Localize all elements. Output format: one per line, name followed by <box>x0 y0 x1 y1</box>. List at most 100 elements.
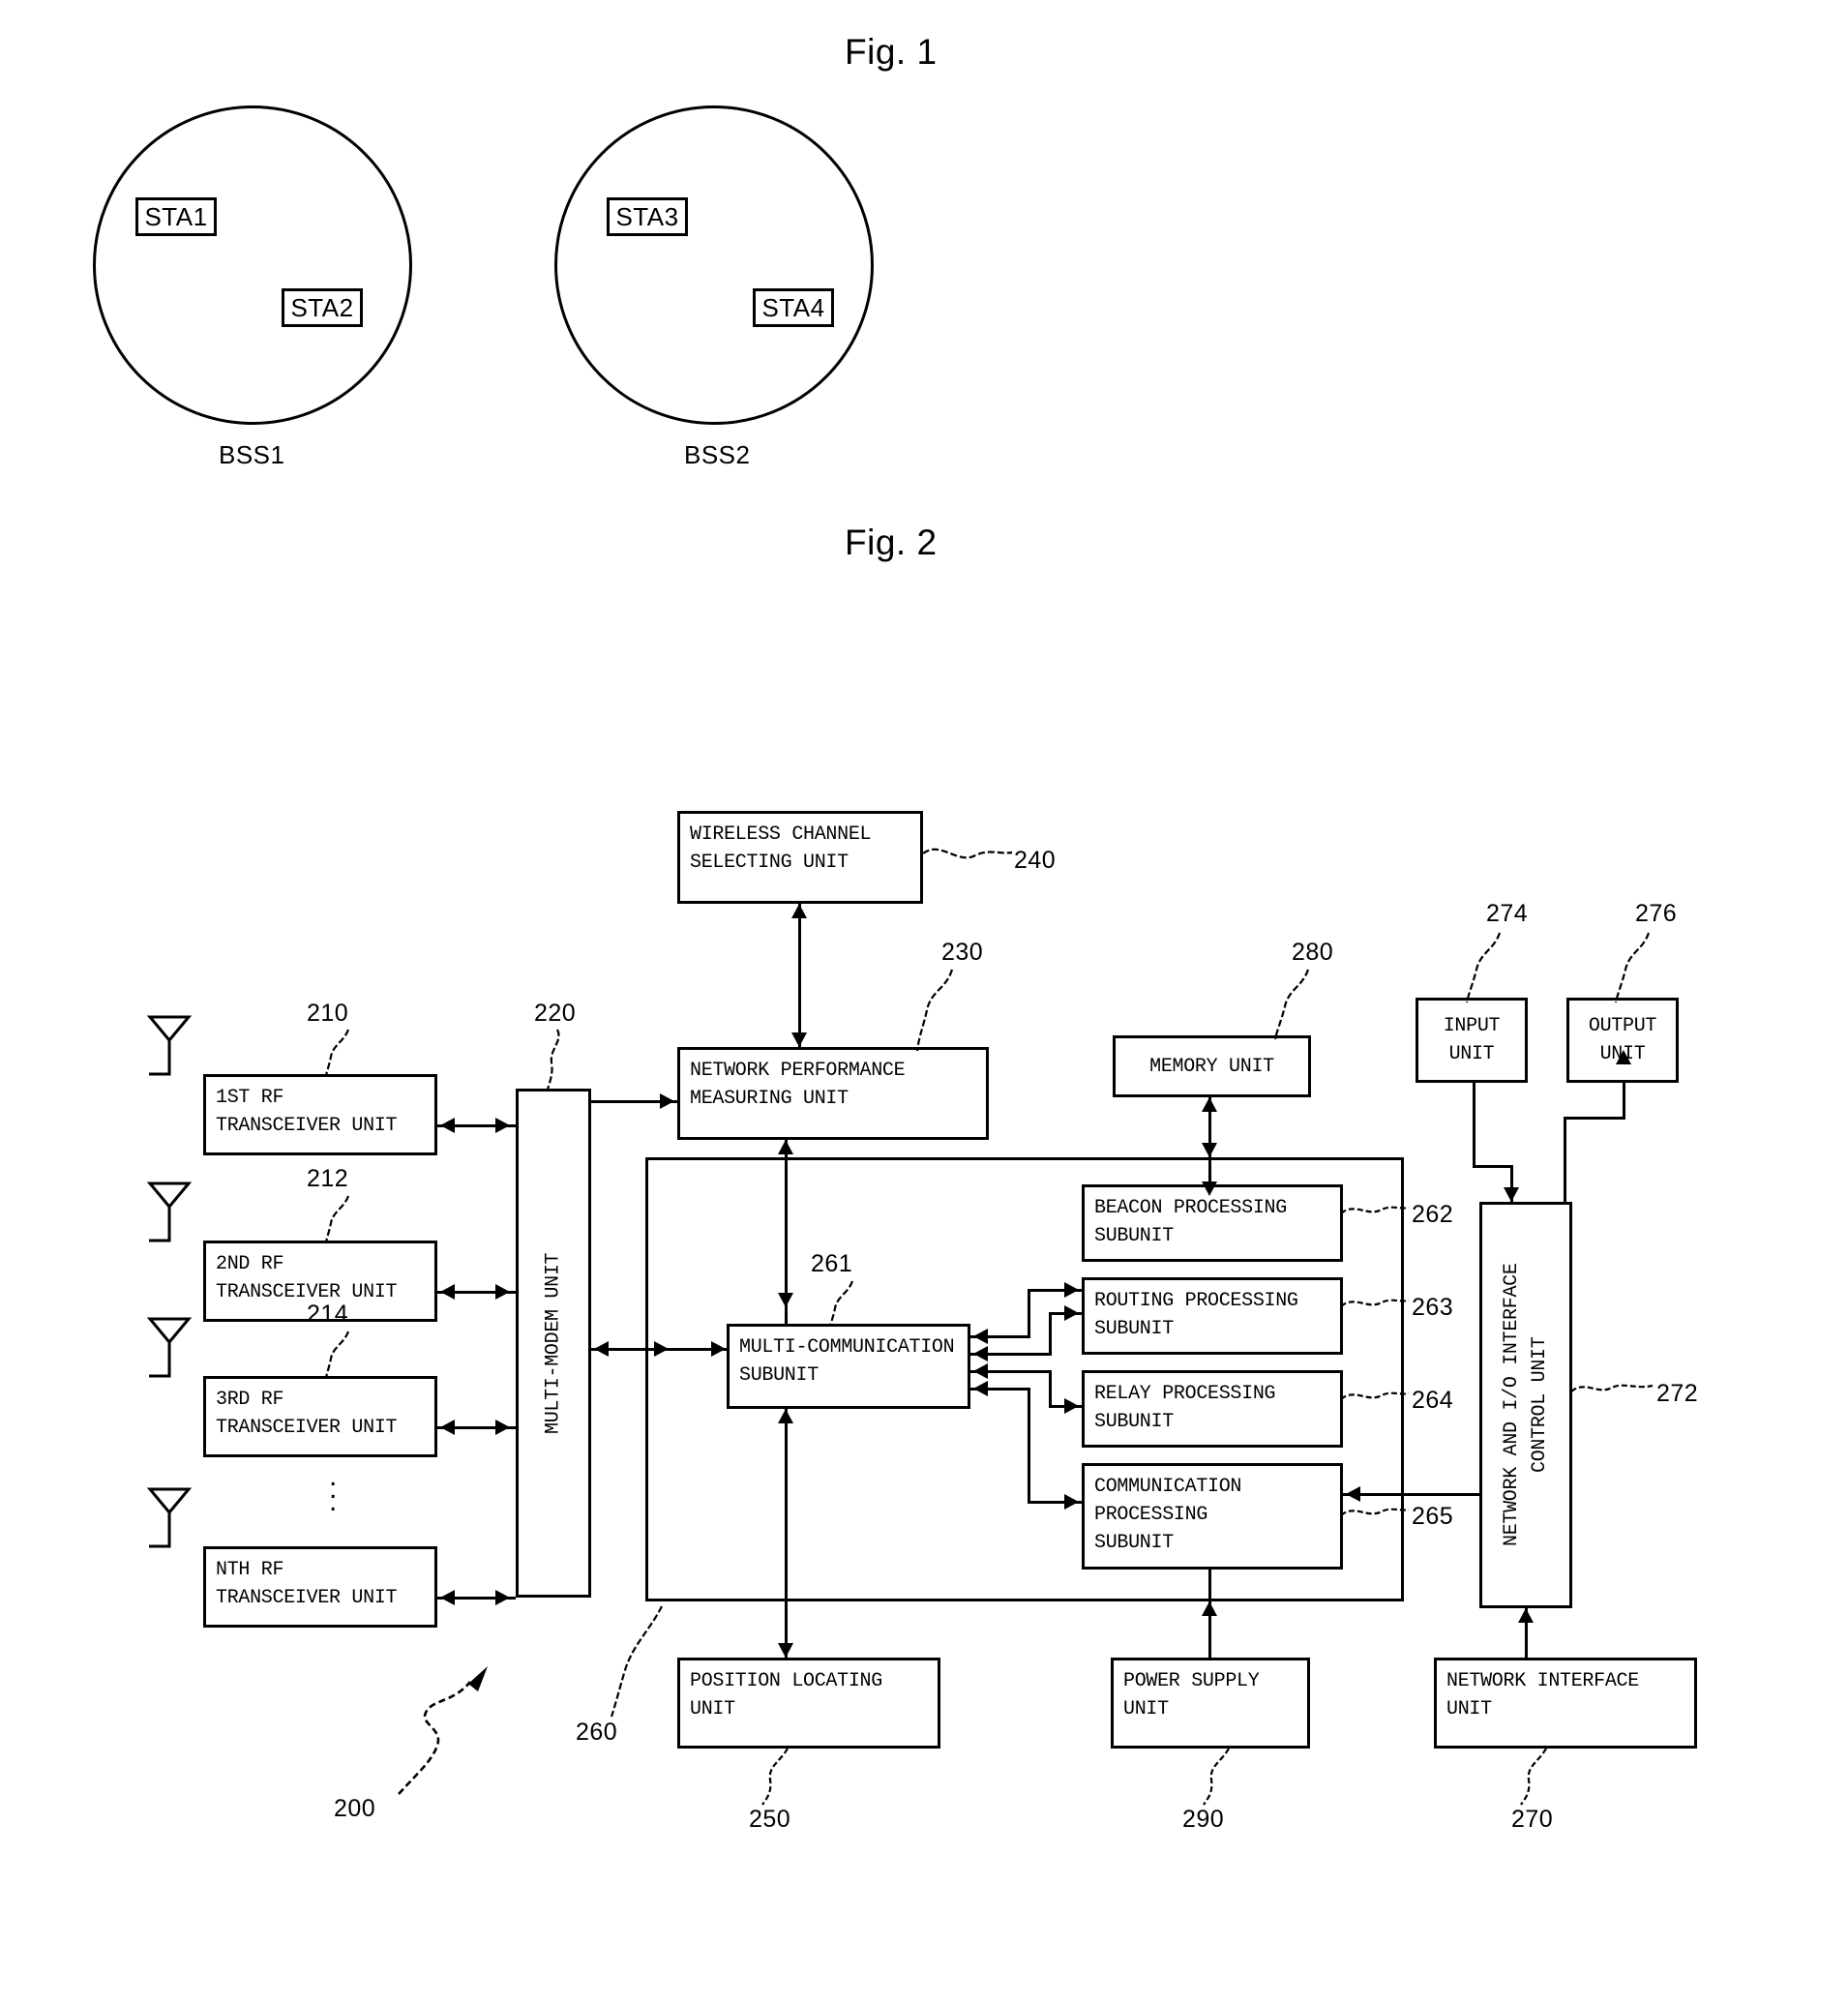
arrow-up-wcsu <box>791 904 807 918</box>
antenna-icon-3 <box>147 1316 192 1386</box>
antenna-icon-n <box>147 1486 192 1556</box>
arrow-left-mcs <box>594 1341 609 1357</box>
conn-wcsu-npmu <box>798 904 801 1047</box>
patent-figure-page: Fig. 1 STA1 STA2 STA3 STA4 BSS1 BSS2 Fig… <box>0 0 1848 2004</box>
block-power-supply-unit: POWER SUPPLY UNIT <box>1111 1658 1310 1749</box>
block-rf-transceiver-n: NTH RF TRANSCEIVER UNIT <box>203 1546 437 1628</box>
arrow-left-rfn <box>440 1590 455 1605</box>
fig2-title: Fig. 2 <box>845 523 938 562</box>
block-memory-unit: MEMORY UNIT <box>1113 1035 1311 1097</box>
conn-output-3 <box>1564 1117 1566 1202</box>
ref-240: 240 <box>1014 847 1057 874</box>
arrow-left-commproc-in <box>1346 1486 1360 1502</box>
leader-265 <box>1339 1502 1413 1523</box>
leader-270 <box>1505 1747 1552 1807</box>
conn-npmu-mcs <box>785 1140 788 1351</box>
arrow-left-mcs-routing <box>973 1346 988 1361</box>
leader-272 <box>1569 1378 1656 1399</box>
leader-261 <box>818 1279 858 1328</box>
arrow-up-output <box>1616 1050 1631 1064</box>
arrow-up-npmu-bus <box>778 1140 793 1154</box>
arrow-left-mcs-beacon <box>973 1329 988 1344</box>
conn-mcs-relay-v <box>1049 1370 1052 1405</box>
block-beacon-processing-subunit: BEACON PROCESSING SUBUNIT <box>1082 1184 1343 1262</box>
leader-200-arrow <box>387 1664 513 1800</box>
arrow-left-mcs-commproc <box>973 1381 988 1396</box>
bss2-label: BSS2 <box>684 440 751 469</box>
conn-input-2 <box>1473 1165 1513 1168</box>
arrow-right-rf3 <box>495 1420 510 1435</box>
leader-250 <box>747 1747 793 1807</box>
arrow-right-mcs-mid <box>654 1341 669 1357</box>
arrow-right-routing <box>1064 1305 1079 1321</box>
arrow-up-mcs-bottom <box>778 1409 793 1423</box>
leader-260 <box>600 1604 666 1720</box>
arrow-up-ioctrl <box>1518 1608 1534 1623</box>
arrow-left-rf3 <box>440 1420 455 1435</box>
leader-263 <box>1339 1293 1413 1314</box>
conn-power-commproc-2 <box>1208 1570 1211 1602</box>
arrow-right-beacon <box>1064 1282 1079 1298</box>
ellipsis-rf-units: ... <box>329 1460 338 1517</box>
leader-214 <box>312 1330 354 1380</box>
block-output-unit: OUTPUT UNIT <box>1566 998 1679 1083</box>
arrow-down-mcs-top <box>778 1293 793 1307</box>
leader-280 <box>1258 968 1316 1043</box>
arrow-up-power <box>1202 1601 1217 1616</box>
arrow-right-rf1 <box>495 1118 510 1133</box>
conn-ioctrl-commproc <box>1343 1493 1479 1496</box>
block-network-interface-unit: NETWORK INTERFACE UNIT <box>1434 1658 1697 1749</box>
leader-274 <box>1451 931 1505 1006</box>
arrow-down-input <box>1504 1187 1519 1202</box>
antenna-icon-2 <box>147 1181 192 1250</box>
arrow-down-npmu <box>791 1032 807 1047</box>
arrow-right-mcs <box>711 1341 726 1357</box>
conn-mcs-routing-v <box>1049 1312 1052 1355</box>
leader-210 <box>312 1028 354 1078</box>
leader-240 <box>921 844 1018 867</box>
leader-264 <box>1339 1386 1413 1407</box>
ref-264: 264 <box>1412 1387 1454 1414</box>
conn-mcs-plu <box>785 1409 788 1680</box>
arrow-right-commproc <box>1064 1494 1079 1510</box>
block-routing-processing-subunit: ROUTING PROCESSING SUBUNIT <box>1082 1277 1343 1355</box>
conn-mcs-commproc-v <box>1028 1388 1030 1504</box>
ref-290: 290 <box>1182 1806 1225 1833</box>
conn-input-1 <box>1473 1083 1475 1168</box>
arrow-up-memory <box>1202 1097 1217 1112</box>
block-rf-transceiver-1: 1ST RF TRANSCEIVER UNIT <box>203 1074 437 1155</box>
ref-276: 276 <box>1635 900 1678 927</box>
block-network-io-interface-control-unit: NETWORK AND I/O INTERFACE CONTROL UNIT <box>1479 1202 1572 1608</box>
arrow-down-beacon-top <box>1202 1181 1217 1196</box>
block-rf-transceiver-3: 3RD RF TRANSCEIVER UNIT <box>203 1376 437 1457</box>
ref-250: 250 <box>749 1806 791 1833</box>
ref-265: 265 <box>1412 1503 1454 1530</box>
arrow-right-npmu <box>660 1093 674 1109</box>
bss1-coverage-circle <box>93 105 412 425</box>
arrow-left-rf2 <box>440 1284 455 1300</box>
ref-230: 230 <box>941 939 984 966</box>
ref-263: 263 <box>1412 1294 1454 1321</box>
leader-262 <box>1339 1200 1413 1221</box>
ref-270: 270 <box>1511 1806 1554 1833</box>
block-communication-processing-subunit: COMMUNICATION PROCESSING SUBUNIT <box>1082 1463 1343 1570</box>
bss2-coverage-circle <box>554 105 874 425</box>
ref-220: 220 <box>534 1000 577 1027</box>
leader-290 <box>1188 1747 1235 1807</box>
block-multi-communication-subunit: MULTI-COMMUNICATION SUBUNIT <box>727 1324 970 1409</box>
block-position-locating-unit: POSITION LOCATING UNIT <box>677 1658 940 1749</box>
ref-280: 280 <box>1292 939 1334 966</box>
block-multi-modem-unit: MULTI-MODEM UNIT <box>516 1089 591 1598</box>
fig1-title: Fig. 1 <box>845 32 938 72</box>
conn-mcs-beacon-v <box>1028 1289 1030 1337</box>
block-network-performance-measuring-unit: NETWORK PERFORMANCE MEASURING UNIT <box>677 1047 989 1140</box>
arrow-right-relay <box>1064 1398 1079 1414</box>
arrow-left-mcs-relay <box>973 1363 988 1379</box>
station-sta4: STA4 <box>753 288 834 327</box>
leader-212 <box>312 1194 354 1244</box>
conn-output-2 <box>1564 1117 1625 1120</box>
ref-212: 212 <box>307 1165 349 1192</box>
ref-261: 261 <box>811 1250 853 1277</box>
ref-274: 274 <box>1486 900 1529 927</box>
station-sta1: STA1 <box>135 197 217 236</box>
